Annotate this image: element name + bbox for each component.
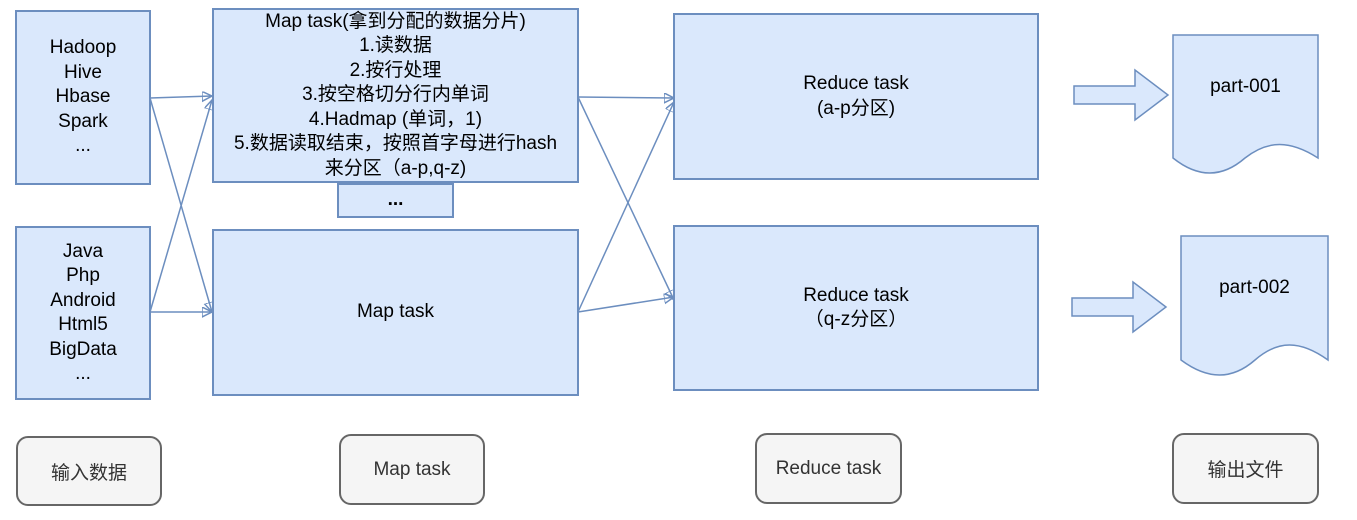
arrow-map2-to-reduce1 — [577, 102, 674, 313]
input-item: Hive — [63, 61, 102, 83]
arrow-map1-to-reduce1 — [577, 97, 674, 98]
stage-label-map: Map task — [339, 434, 485, 505]
arrow-map1-to-reduce2 — [577, 96, 674, 300]
input-item: BigData — [49, 338, 117, 360]
reduce-task-partition: （q-z分区） — [804, 309, 908, 330]
map-task-line: 4.Hadmap (单词，1) — [308, 108, 483, 130]
stage-label-reduce: Reduce task — [755, 433, 902, 504]
input-item: Java — [62, 240, 104, 262]
input-item: ... — [75, 363, 91, 384]
output-file-1-label: part-001 — [1210, 76, 1281, 97]
input-item: Android — [50, 289, 116, 311]
map-task-line: 3.按空格切分行内单词 — [302, 84, 489, 106]
stage-label-input: 输入数据 — [16, 436, 162, 506]
map-task-box-1: Map task(拿到分配的数据分片) 1.读数据 2.按行处理 3.按空格切分… — [212, 8, 579, 183]
output-file-1-shape — [1172, 34, 1319, 174]
arrow-map2-to-reduce2 — [577, 297, 674, 313]
map-ellipsis-box: ... — [337, 183, 454, 218]
map-task-line: 2.按行处理 — [349, 59, 442, 81]
block-arrow-2 — [1071, 280, 1168, 334]
output-file-2-label: part-002 — [1219, 277, 1290, 298]
input-item: Spark — [58, 110, 108, 132]
input-item: Hbase — [55, 86, 111, 108]
map-task-line: Map task(拿到分配的数据分片) — [265, 10, 526, 32]
reduce-task-box-2: Reduce task （q-z分区） — [673, 225, 1039, 391]
input-item: Hadoop — [49, 37, 117, 59]
map-task-line: 5.数据读取结束，按照首字母进行hash — [233, 133, 558, 155]
reduce-task-title: Reduce task — [803, 73, 909, 94]
map-task-title: Map task — [356, 301, 435, 323]
input-item: Php — [66, 265, 100, 286]
map-task-line: 来分区（a-p,q-z) — [324, 157, 467, 179]
input-data-box-2: Java Php Android Html5 BigData ... — [15, 226, 151, 400]
block-arrow-1 — [1073, 68, 1170, 122]
input-item: ... — [75, 135, 91, 157]
stage-label-output: 输出文件 — [1172, 433, 1319, 504]
reduce-task-box-1: Reduce task (a-p分区) — [673, 13, 1039, 180]
map-task-line: 1.读数据 — [359, 35, 432, 57]
map-task-box-2: Map task — [212, 229, 579, 396]
arrow-input1-to-map1 — [149, 96, 212, 98]
output-file-2-shape — [1180, 235, 1329, 376]
input-data-box-1: Hadoop Hive Hbase Spark ... — [15, 10, 151, 185]
reduce-task-partition: (a-p分区) — [816, 97, 896, 119]
map-ellipsis: ... — [387, 189, 404, 211]
reduce-task-title: Reduce task — [803, 284, 909, 306]
input-item: Html5 — [58, 314, 108, 335]
